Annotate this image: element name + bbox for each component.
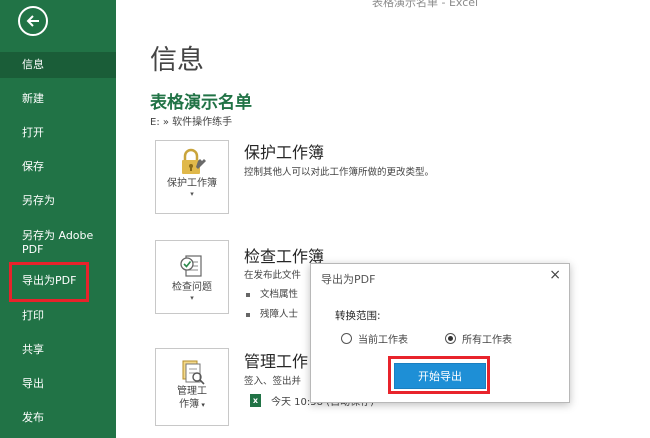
export-pdf-dialog: 导出为PDF × 转换范围: 当前工作表 所有工作表 开始导出 [310, 263, 570, 403]
inspect-tile-label: 检查问题 [172, 282, 212, 293]
sidebar-item-open[interactable]: 打开 [0, 126, 116, 140]
inspect-section-desc: 在发布此文件 [244, 270, 302, 281]
protect-section-desc: 控制其他人可以对此工作簿所做的更改类型。 [244, 167, 435, 178]
sidebar-item-label-line1: 另存为 Adobe [22, 229, 94, 242]
bullet-text: 残障人士 [260, 309, 299, 320]
dialog-title: 导出为PDF [321, 273, 376, 286]
inspect-bullet: 残障人士 [246, 306, 298, 320]
manage-tile-label-line2-text: 作簿 [179, 399, 200, 410]
close-icon[interactable]: × [549, 267, 561, 283]
sidebar-item-export-pdf[interactable]: 导出为PDF [0, 274, 116, 288]
chevron-down-icon: ▾ [190, 190, 194, 198]
sidebar-item-info[interactable]: 信息 [0, 52, 116, 78]
manage-workbook-tile[interactable]: 管理工 作簿 ▾ [155, 348, 229, 426]
start-export-button[interactable]: 开始导出 [394, 363, 486, 389]
back-button[interactable] [18, 6, 48, 36]
inspect-bullet: 文档属性 [246, 286, 298, 300]
excel-file-icon: x [250, 394, 261, 407]
sidebar-item-new[interactable]: 新建 [0, 92, 116, 106]
protect-tile-label: 保护工作簿 [167, 178, 217, 189]
protect-section-title: 保护工作簿 [244, 143, 325, 162]
sidebar-item-share[interactable]: 共享 [0, 343, 116, 357]
protect-workbook-tile[interactable]: 保护工作簿 ▾ [155, 140, 229, 214]
sidebar-item-print[interactable]: 打印 [0, 309, 116, 323]
manage-tile-label-line1: 管理工 [177, 386, 207, 397]
window-title: 表格演示名单 - Excel [372, 0, 479, 9]
radio-label: 所有工作表 [462, 335, 512, 346]
radio-circle-selected [445, 333, 456, 344]
range-label: 转换范围: [335, 310, 381, 322]
sidebar-item-publish[interactable]: 发布 [0, 411, 116, 425]
radio-circle [341, 333, 352, 344]
inspect-document-icon [180, 255, 202, 277]
manage-workbook-icon [182, 360, 205, 385]
radio-all-sheets[interactable]: 所有工作表 [445, 331, 512, 346]
document-title: 表格演示名单 [150, 93, 252, 113]
lock-key-icon [182, 148, 206, 174]
manage-section-desc: 签入、签出并 [244, 376, 302, 387]
manage-tile-label-line2: 作簿 ▾ [156, 398, 228, 412]
arrow-left-icon [26, 15, 39, 27]
document-path[interactable]: E: » 软件操作练手 [150, 113, 232, 128]
inspect-workbook-tile[interactable]: 检查问题 ▾ [155, 240, 229, 314]
chevron-down-icon: ▾ [199, 401, 205, 409]
sidebar-item-label-line2: PDF [22, 243, 44, 256]
radio-label: 当前工作表 [358, 335, 408, 346]
sidebar-item-export[interactable]: 导出 [0, 377, 116, 391]
sidebar-item-save[interactable]: 保存 [0, 160, 116, 174]
backstage-sidebar: 信息 新建 打开 保存 另存为 另存为 Adobe PDF 导出为PDF 打印 … [0, 0, 116, 438]
bullet-text: 文档属性 [260, 289, 299, 300]
sidebar-item-save-as-adobe-pdf[interactable]: 另存为 Adobe PDF [0, 229, 116, 257]
radio-current-sheet[interactable]: 当前工作表 [341, 331, 408, 346]
chevron-down-icon: ▾ [190, 294, 194, 302]
page-title: 信息 [150, 45, 204, 76]
sidebar-item-save-as[interactable]: 另存为 [0, 194, 116, 208]
manage-section-title: 管理工作 [244, 352, 309, 371]
